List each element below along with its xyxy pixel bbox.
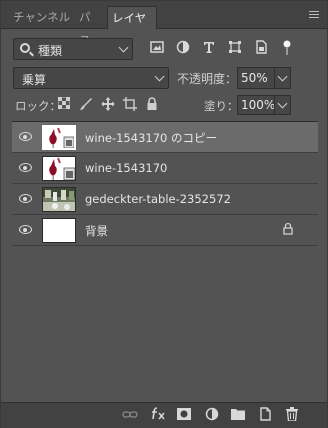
shape-layer-filter-icon[interactable] [227, 40, 243, 56]
visibility-eye-icon[interactable] [19, 225, 32, 234]
new-group-folder-icon[interactable] [229, 407, 247, 425]
layer-row-wine[interactable]: wine-1543170 [12, 153, 318, 184]
layer-name: gedeckter-table-2352572 [85, 192, 231, 206]
type-layer-filter-icon[interactable] [201, 40, 217, 56]
blend-mode-value: 乗算 [22, 73, 47, 87]
lock-transparent-pixels-icon[interactable] [57, 96, 71, 111]
pixel-layer-filter-icon[interactable] [149, 40, 165, 56]
lock-image-pixels-brush-icon[interactable] [79, 97, 93, 111]
layer-name: 背景 [85, 224, 108, 238]
layer-row-wine-copy[interactable]: wine-1543170 のコピー [12, 122, 318, 153]
layer-row-background[interactable]: 背景 [12, 215, 318, 246]
opacity-label: 不透明度： [177, 72, 238, 86]
layer-filter-kind-select[interactable]: 種類 [13, 38, 133, 60]
opacity-input[interactable]: 50% [237, 67, 275, 89]
lock-artboard-icon[interactable] [123, 97, 137, 111]
layer-lock-icon [283, 222, 293, 236]
tab-layers[interactable]: レイヤー [107, 6, 157, 48]
tab-channels[interactable]: チャンネル [9, 6, 75, 29]
layer-thumbnail [42, 156, 76, 181]
search-icon [20, 43, 30, 53]
visibility-eye-icon[interactable] [19, 132, 32, 141]
layers-panel-footer [1, 402, 327, 428]
lock-all-icon[interactable] [145, 97, 159, 111]
layer-name: wine-1543170 [85, 161, 168, 175]
chevron-down-icon [277, 98, 288, 109]
chevron-down-icon [154, 71, 165, 82]
opacity-dropdown-button[interactable] [274, 67, 291, 89]
layer-thumbnail [42, 125, 76, 150]
panel-menu-icon[interactable] [309, 11, 319, 19]
filter-kind-value: 種類 [38, 44, 63, 58]
visibility-eye-icon[interactable] [19, 194, 32, 203]
tab-paths[interactable]: パス [75, 6, 105, 47]
lock-label: ロック： [15, 99, 61, 113]
fill-dropdown-button[interactable] [274, 95, 291, 115]
layer-thumbnail [42, 218, 76, 243]
link-layers-icon[interactable] [121, 407, 139, 425]
layers-list: wine-1543170 のコピー wine-1543170 gedeckter… [12, 121, 318, 403]
layers-panel: チャンネル パス レイヤー 種類 乗算 不透明度： 50% [0, 0, 328, 428]
panel-tab-bar: チャンネル パス レイヤー [1, 1, 327, 48]
delete-layer-trash-icon[interactable] [283, 407, 301, 425]
filter-toggle-icon[interactable] [279, 40, 295, 56]
chevron-down-icon [118, 42, 129, 53]
add-layer-mask-icon[interactable] [175, 407, 193, 425]
fill-label: 塗り： [204, 99, 239, 113]
visibility-eye-icon[interactable] [19, 163, 32, 172]
new-layer-icon[interactable] [256, 407, 274, 425]
layer-thumbnail [42, 187, 76, 212]
blend-mode-select[interactable]: 乗算 [13, 67, 169, 89]
layer-style-fx-icon[interactable] [149, 407, 167, 425]
lock-position-move-icon[interactable] [101, 97, 115, 111]
layer-name: wine-1543170 のコピー [85, 131, 217, 145]
layer-row-gedeckter-table[interactable]: gedeckter-table-2352572 [12, 184, 318, 215]
fill-input[interactable]: 100% [237, 95, 275, 115]
adjustment-layer-filter-icon[interactable] [175, 40, 191, 56]
chevron-down-icon [277, 71, 288, 82]
smart-object-filter-icon[interactable] [253, 40, 269, 56]
new-adjustment-layer-icon[interactable] [203, 407, 221, 425]
